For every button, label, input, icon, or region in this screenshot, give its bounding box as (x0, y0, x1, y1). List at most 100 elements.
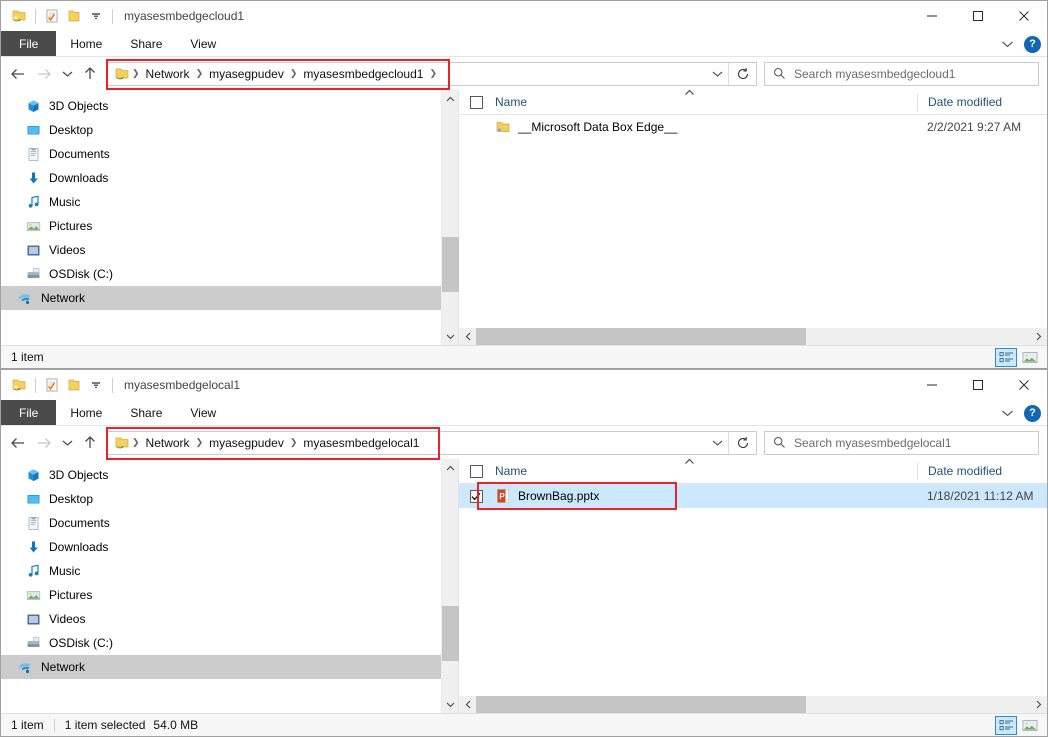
sidebar-item-downloads[interactable]: Downloads (1, 535, 458, 559)
file-name-cell[interactable]: __Microsoft Data Box Edge__ (493, 119, 917, 135)
navpane-vertical-scrollbar[interactable] (441, 90, 458, 345)
breadcrumb-segment-server[interactable]: myasegpudev (204, 67, 289, 81)
properties-icon[interactable] (41, 5, 63, 27)
file-list-horizontal-scrollbar[interactable] (459, 696, 1047, 713)
breadcrumb-bar[interactable]: ❯ Network ❯ myasegpudev ❯ myasesmbedgelo… (107, 431, 757, 455)
network-folder-icon[interactable] (8, 374, 30, 396)
forward-button[interactable] (31, 430, 57, 456)
select-all-checkbox[interactable] (470, 96, 483, 109)
help-button[interactable]: ? (1024, 405, 1041, 422)
scroll-left-icon[interactable] (459, 696, 476, 713)
sidebar-item-music[interactable]: Music (1, 559, 458, 583)
breadcrumb-segment-share[interactable]: myasesmbedgecloud1 (298, 67, 428, 81)
table-row[interactable]: P BrownBag.pptx 1/18/2021 11:12 AM (459, 484, 1047, 508)
maximize-button[interactable] (955, 370, 1001, 400)
sidebar-item-network[interactable]: Network (1, 655, 458, 679)
large-icons-view-button[interactable] (1019, 348, 1041, 367)
breadcrumb-separator-trailing[interactable]: ❯ (428, 68, 438, 79)
address-history-chevron-down-icon[interactable] (706, 432, 728, 454)
refresh-icon[interactable] (728, 63, 756, 85)
customize-toolbar-chevron-down-icon[interactable] (85, 5, 107, 27)
large-icons-view-button[interactable] (1019, 716, 1041, 735)
sidebar-item-pictures[interactable]: Pictures (1, 583, 458, 607)
scrollbar-track[interactable] (442, 476, 459, 696)
table-row[interactable]: __Microsoft Data Box Edge__ 2/2/2021 9:2… (459, 115, 1047, 139)
scroll-up-icon[interactable] (442, 459, 459, 476)
close-button[interactable] (1001, 370, 1047, 400)
sidebar-item-documents[interactable]: Documents (1, 142, 458, 166)
column-header-name[interactable]: Name (493, 464, 917, 478)
customize-toolbar-chevron-down-icon[interactable] (85, 374, 107, 396)
sidebar-item-3d-objects[interactable]: 3D Objects (1, 463, 458, 487)
scrollbar-thumb[interactable] (442, 237, 459, 292)
scroll-down-icon[interactable] (442, 328, 459, 345)
sidebar-item-desktop[interactable]: Desktop (1, 118, 458, 142)
maximize-button[interactable] (955, 1, 1001, 31)
tab-file[interactable]: File (1, 31, 56, 56)
sidebar-item-documents[interactable]: Documents (1, 511, 458, 535)
tab-home[interactable]: Home (56, 31, 116, 56)
tab-share[interactable]: Share (116, 400, 176, 425)
sidebar-item-downloads[interactable]: Downloads (1, 166, 458, 190)
address-history-chevron-down-icon[interactable] (706, 63, 728, 85)
refresh-icon[interactable] (728, 432, 756, 454)
network-folder-icon[interactable] (8, 5, 30, 27)
tab-file[interactable]: File (1, 400, 56, 425)
up-button[interactable] (77, 61, 103, 87)
scrollbar-thumb[interactable] (442, 606, 459, 661)
file-name-cell[interactable]: P BrownBag.pptx (493, 488, 917, 504)
back-button[interactable] (5, 430, 31, 456)
back-button[interactable] (5, 61, 31, 87)
search-box[interactable]: Search myasesmbedgelocal1 (764, 431, 1039, 455)
scroll-up-icon[interactable] (442, 90, 459, 107)
column-header-name[interactable]: Name (493, 95, 917, 109)
select-all-checkbox-cell[interactable] (459, 465, 493, 478)
new-folder-icon[interactable] (63, 374, 85, 396)
sidebar-item-network[interactable]: Network (1, 286, 458, 310)
breadcrumb-segment-server[interactable]: myasegpudev (204, 436, 289, 450)
minimize-button[interactable] (909, 370, 955, 400)
select-all-checkbox[interactable] (470, 465, 483, 478)
properties-icon[interactable] (41, 374, 63, 396)
recent-locations-chevron-down-icon[interactable] (57, 61, 77, 87)
navpane-vertical-scrollbar[interactable] (441, 459, 458, 713)
sidebar-item-desktop[interactable]: Desktop (1, 487, 458, 511)
tab-view[interactable]: View (176, 31, 230, 56)
close-button[interactable] (1001, 1, 1047, 31)
tab-share[interactable]: Share (116, 31, 176, 56)
recent-locations-chevron-down-icon[interactable] (57, 430, 77, 456)
row-checkbox-cell[interactable] (459, 490, 493, 503)
hscrollbar-thumb[interactable] (476, 696, 806, 713)
breadcrumb-bar[interactable]: ❯ Network ❯ myasegpudev ❯ myasesmbedgecl… (107, 62, 757, 86)
sidebar-item-videos[interactable]: Videos (1, 607, 458, 631)
up-button[interactable] (77, 430, 103, 456)
sidebar-item-3d-objects[interactable]: 3D Objects (1, 94, 458, 118)
sidebar-item-osdisk[interactable]: OSDisk (C:) (1, 262, 458, 286)
details-view-button[interactable] (995, 348, 1017, 367)
help-button[interactable]: ? (1024, 36, 1041, 53)
sidebar-item-osdisk[interactable]: OSDisk (C:) (1, 631, 458, 655)
scrollbar-track[interactable] (442, 107, 459, 328)
scroll-right-icon[interactable] (1030, 696, 1047, 713)
sidebar-item-music[interactable]: Music (1, 190, 458, 214)
tab-view[interactable]: View (176, 400, 230, 425)
new-folder-icon[interactable] (63, 5, 85, 27)
breadcrumb-segment-network[interactable]: Network (141, 67, 195, 81)
hscrollbar-track[interactable] (476, 696, 1030, 713)
forward-button[interactable] (31, 61, 57, 87)
scroll-down-icon[interactable] (442, 696, 459, 713)
details-view-button[interactable] (995, 716, 1017, 735)
breadcrumb-segment-network[interactable]: Network (141, 436, 195, 450)
search-box[interactable]: Search myasesmbedgecloud1 (764, 62, 1039, 86)
sidebar-item-pictures[interactable]: Pictures (1, 214, 458, 238)
scroll-right-icon[interactable] (1030, 328, 1047, 345)
collapse-ribbon-chevron-down-icon[interactable] (1001, 40, 1014, 49)
sidebar-item-videos[interactable]: Videos (1, 238, 458, 262)
file-list-horizontal-scrollbar[interactable] (459, 328, 1047, 345)
hscrollbar-track[interactable] (476, 328, 1030, 345)
column-header-date-modified[interactable]: Date modified (917, 463, 1047, 480)
minimize-button[interactable] (909, 1, 955, 31)
select-all-checkbox-cell[interactable] (459, 96, 493, 109)
collapse-ribbon-chevron-down-icon[interactable] (1001, 409, 1014, 418)
row-checkbox[interactable] (470, 490, 483, 503)
